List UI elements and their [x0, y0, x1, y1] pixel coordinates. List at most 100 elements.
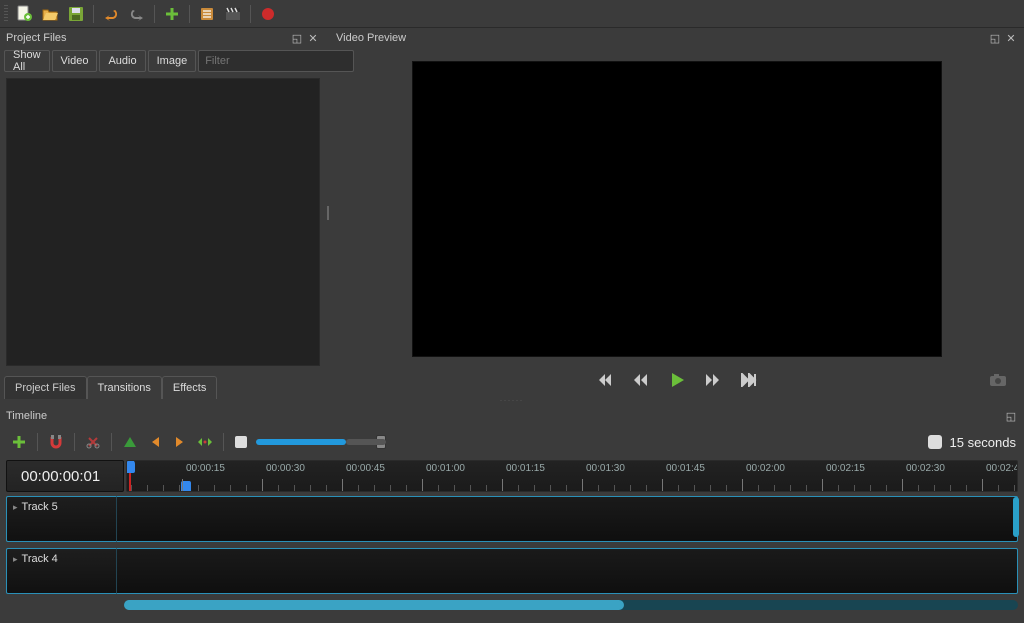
- ruler-subtick: [438, 485, 439, 491]
- playhead-marker-icon[interactable]: [126, 460, 135, 473]
- filter-image[interactable]: Image: [148, 50, 197, 72]
- video-preview-title-bar: Video Preview ◱ ✕: [330, 28, 1024, 48]
- ruler-subtick: [710, 485, 711, 491]
- ruler-subtick: [550, 485, 551, 491]
- close-icon[interactable]: ✕: [1004, 31, 1018, 45]
- new-file-icon[interactable]: [12, 2, 36, 26]
- project-files-panel: Project Files ◱ ✕ Show All Video Audio I…: [0, 28, 326, 398]
- ruler-subtick: [326, 485, 327, 491]
- save-file-icon[interactable]: [64, 2, 88, 26]
- filter-show-all[interactable]: Show All: [4, 50, 50, 72]
- ruler-subtick: [358, 485, 359, 491]
- horizontal-splitter[interactable]: ······: [0, 398, 1024, 406]
- track-name: Track 5: [22, 501, 58, 513]
- ruler-subtick: [758, 485, 759, 491]
- zoom-out-icon[interactable]: [235, 436, 247, 448]
- detach-icon[interactable]: ◱: [290, 31, 304, 45]
- add-marker-icon[interactable]: [119, 431, 141, 453]
- play-icon[interactable]: [667, 370, 687, 390]
- playhead[interactable]: [129, 461, 131, 491]
- ruler-label: 00:02:30: [906, 463, 945, 474]
- redo-icon[interactable]: [125, 2, 149, 26]
- jump-end-icon[interactable]: [739, 370, 759, 390]
- ruler-subtick: [630, 485, 631, 491]
- ruler-label: 00:01:45: [666, 463, 705, 474]
- video-preview[interactable]: [412, 61, 942, 357]
- track-header[interactable]: ▸ Track 5: [6, 496, 116, 542]
- track-body[interactable]: [116, 496, 1018, 542]
- prev-marker-icon[interactable]: [144, 431, 166, 453]
- timeline-scrollbar-thumb[interactable]: [124, 600, 624, 610]
- detach-icon[interactable]: ◱: [988, 31, 1002, 45]
- toolbar-separator: [250, 5, 251, 23]
- ruler-label: 00:00:15: [186, 463, 225, 474]
- project-files-list[interactable]: [6, 78, 320, 366]
- main-toolbar: [0, 0, 1024, 28]
- fast-forward-icon[interactable]: [703, 370, 723, 390]
- ruler-subtick: [646, 485, 647, 491]
- ruler-subtick: [470, 485, 471, 491]
- ruler-label: 00:00:30: [266, 463, 305, 474]
- track-name: Track 4: [22, 553, 58, 565]
- center-playhead-icon[interactable]: [194, 431, 216, 453]
- detach-icon[interactable]: ◱: [1004, 409, 1018, 423]
- next-marker-icon[interactable]: [169, 431, 191, 453]
- toolbar-grip: [4, 5, 8, 23]
- jump-start-icon[interactable]: [595, 370, 615, 390]
- timeline-title: Timeline: [6, 410, 47, 422]
- filter-audio[interactable]: Audio: [99, 50, 145, 72]
- ruler-subtick: [310, 485, 311, 491]
- ruler-label: 00:01:00: [426, 463, 465, 474]
- ruler-subtick: [566, 485, 567, 491]
- ruler-subtick: [534, 485, 535, 491]
- ruler-subtick: [1014, 485, 1015, 491]
- track-body[interactable]: [116, 548, 1018, 594]
- ruler-subtick: [966, 485, 967, 491]
- chevron-right-icon: ▸: [13, 502, 18, 513]
- track-header[interactable]: ▸Track 4: [6, 548, 116, 594]
- tab-effects[interactable]: Effects: [162, 376, 217, 399]
- ruler-subtick: [934, 485, 935, 491]
- tab-transitions[interactable]: Transitions: [87, 376, 162, 399]
- tab-project-files[interactable]: Project Files: [4, 376, 87, 399]
- timeline-ruler[interactable]: 00:00:15 00:00:30 00:00:45 00:01:00 00:01:15…: [126, 460, 1018, 492]
- rewind-icon[interactable]: [631, 370, 651, 390]
- razor-icon[interactable]: [82, 431, 104, 453]
- ruler-label: 00:00:45: [346, 463, 385, 474]
- ruler-subtick: [790, 485, 791, 491]
- snapshot-icon[interactable]: [988, 370, 1008, 390]
- project-tabs: Project Files Transitions Effects: [0, 372, 326, 398]
- list-icon[interactable]: [195, 2, 219, 26]
- ruler-label: 00:02:15: [826, 463, 865, 474]
- timecode-display[interactable]: 00:00:00:01: [6, 460, 124, 492]
- record-icon[interactable]: [256, 2, 280, 26]
- ruler-subtick: [950, 485, 951, 491]
- project-files-title: Project Files: [6, 32, 67, 44]
- ruler-label: 00:02:45: [986, 463, 1018, 474]
- ruler-subtick: [246, 485, 247, 491]
- timeline-scrollbar[interactable]: [124, 600, 1018, 610]
- add-track-icon[interactable]: [8, 431, 30, 453]
- open-file-icon[interactable]: [38, 2, 62, 26]
- track-row: ▸ Track 5: [6, 496, 1018, 542]
- ruler-subtick: [918, 485, 919, 491]
- panels-area: Project Files ◱ ✕ Show All Video Audio I…: [0, 28, 1024, 398]
- snap-icon[interactable]: [45, 431, 67, 453]
- ruler-subtick: [838, 485, 839, 491]
- undo-icon[interactable]: [99, 2, 123, 26]
- timeline-ruler-row: 00:00:00:01 00:00:1500:00:3000:00:4500:0…: [0, 458, 1024, 494]
- ruler-subtick: [854, 485, 855, 491]
- ruler-subtick: [694, 485, 695, 491]
- toolbar-separator: [93, 5, 94, 23]
- close-icon[interactable]: ✕: [306, 31, 320, 45]
- ruler-subtick: [374, 485, 375, 491]
- clapper-icon[interactable]: [221, 2, 245, 26]
- filter-video[interactable]: Video: [52, 50, 98, 72]
- add-icon[interactable]: [160, 2, 184, 26]
- zoom-slider[interactable]: [256, 439, 346, 445]
- zoom-preset-checkbox[interactable]: [928, 435, 942, 449]
- zoom-slider-knob[interactable]: [376, 435, 386, 449]
- ruler-label: 00:01:15: [506, 463, 545, 474]
- vertical-scrollbar-thumb[interactable]: [1013, 497, 1019, 537]
- ruler-subtick: [998, 485, 999, 491]
